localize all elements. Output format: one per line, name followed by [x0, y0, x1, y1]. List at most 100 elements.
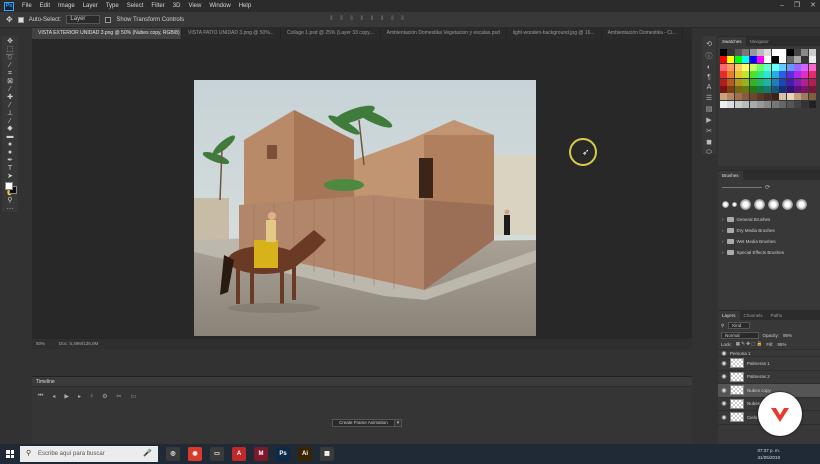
align-buttons-icon[interactable]: ⫴ ⫴ ⫴ ⫴ ⫴ ⫴ ⫴ ⫴: [330, 16, 407, 23]
doc-tab[interactable]: VISTA PATIO UNIDAD 3.png @ 50%...: [182, 28, 281, 39]
frame-tool-icon[interactable]: ⊠: [4, 78, 16, 86]
marquee-tool-icon[interactable]: ⬚: [4, 46, 16, 54]
color-swatch[interactable]: [801, 71, 809, 79]
color-swatch[interactable]: [720, 71, 727, 79]
color-swatch[interactable]: [720, 85, 727, 93]
color-swatch[interactable]: [786, 100, 794, 108]
color-swatch[interactable]: [727, 78, 735, 86]
color-swatch[interactable]: [742, 49, 750, 56]
color-swatch[interactable]: [786, 63, 794, 71]
brush-preset[interactable]: [732, 202, 737, 207]
brush-preset[interactable]: [782, 199, 793, 210]
more-tools-icon[interactable]: …: [4, 204, 16, 212]
color-swatch[interactable]: [801, 85, 809, 93]
menu-help[interactable]: Help: [235, 0, 255, 12]
color-swatch[interactable]: [793, 93, 801, 101]
color-swatch[interactable]: [727, 93, 735, 101]
transition-icon[interactable]: ▭: [130, 393, 136, 400]
eye-icon[interactable]: ◉: [721, 387, 727, 394]
color-swatch[interactable]: [734, 56, 742, 64]
chevron-down-icon[interactable]: ▾: [394, 419, 402, 427]
color-swatch[interactable]: [720, 63, 727, 71]
color-swatch[interactable]: [749, 71, 757, 79]
color-swatch[interactable]: [749, 78, 757, 86]
character-icon[interactable]: A: [707, 84, 712, 91]
tab-layers[interactable]: Layers: [718, 311, 740, 320]
eye-icon[interactable]: ◉: [721, 350, 727, 357]
brush-preset[interactable]: [754, 199, 765, 210]
color-swatch[interactable]: [742, 63, 750, 71]
color-swatch[interactable]: [771, 71, 779, 79]
tab-paths[interactable]: Paths: [767, 311, 787, 320]
color-swatch[interactable]: [742, 78, 750, 86]
color-swatch[interactable]: [771, 56, 779, 64]
color-swatch[interactable]: [764, 100, 772, 108]
color-swatch[interactable]: [764, 93, 772, 101]
fill-field[interactable]: 95%: [777, 342, 786, 347]
dodge-tool-icon[interactable]: ●: [4, 149, 16, 157]
auto-select-checkbox[interactable]: [17, 16, 24, 23]
color-swatch[interactable]: [764, 56, 772, 64]
color-swatch[interactable]: [727, 56, 735, 64]
color-swatch[interactable]: [801, 93, 809, 101]
taskbar-app-icon[interactable]: Ps: [276, 447, 290, 461]
color-swatch[interactable]: [793, 100, 801, 108]
color-swatch[interactable]: [756, 71, 764, 79]
pen-tool-icon[interactable]: ✒: [4, 157, 16, 165]
color-swatch[interactable]: [742, 100, 750, 108]
eye-icon[interactable]: ◉: [721, 414, 727, 421]
styles-icon[interactable]: ◼: [706, 138, 712, 146]
libraries-icon[interactable]: ▤: [706, 105, 713, 113]
menu-select[interactable]: Select: [123, 0, 148, 12]
move-tool-icon[interactable]: ✥: [4, 38, 16, 46]
doc-tab[interactable]: Ambientación Domestika - Ci...: [602, 28, 684, 39]
create-frame-animation-button[interactable]: Create Frame Animation: [332, 419, 395, 427]
color-swatch[interactable]: [742, 71, 750, 79]
adjustments-icon[interactable]: ◐: [707, 64, 711, 71]
color-swatch[interactable]: [793, 56, 801, 64]
color-swatch[interactable]: [734, 71, 742, 79]
windows-start-icon[interactable]: [0, 444, 20, 464]
brush-folder[interactable]: › Dry Media Brushes: [718, 225, 820, 236]
eye-icon[interactable]: ◉: [721, 360, 727, 367]
taskbar-app-icon[interactable]: ◉: [188, 447, 202, 461]
taskbar-app-icon[interactable]: ▭: [210, 447, 224, 461]
color-swatch[interactable]: [764, 63, 772, 71]
opacity-field[interactable]: 95%: [783, 333, 792, 338]
color-swatch[interactable]: [808, 56, 816, 64]
color-swatch[interactable]: [756, 56, 764, 64]
color-swatch[interactable]: [808, 78, 816, 86]
brush-preset[interactable]: [740, 199, 751, 210]
eye-icon[interactable]: ◉: [721, 373, 727, 380]
color-swatch[interactable]: [808, 85, 816, 93]
color-swatch[interactable]: [779, 56, 787, 64]
color-swatch[interactable]: [793, 78, 801, 86]
maximize-button[interactable]: ❐: [794, 0, 800, 12]
color-swatch[interactable]: [756, 49, 764, 56]
color-swatch[interactable]: [734, 78, 742, 86]
color-swatch[interactable]: [742, 93, 750, 101]
move-tool-icon[interactable]: ✥: [6, 15, 13, 24]
tab-swatches[interactable]: Swatches: [718, 37, 746, 46]
color-swatch[interactable]: [734, 100, 742, 108]
color-swatch[interactable]: [727, 85, 735, 93]
type-tool-icon[interactable]: T: [4, 165, 16, 173]
system-tray-clock[interactable]: 07:37 p. m. 31/05/2019: [757, 447, 780, 461]
properties-icon[interactable]: ☰: [706, 94, 712, 102]
color-swatch[interactable]: [786, 93, 794, 101]
color-swatch[interactable]: [771, 49, 779, 56]
color-swatch[interactable]: [756, 63, 764, 71]
color-swatch[interactable]: [756, 93, 764, 101]
layer-row[interactable]: ◉ Palmeras 2: [718, 371, 820, 384]
taskbar-app-icon[interactable]: ◎: [166, 447, 180, 461]
taskbar-app-icon[interactable]: ▦: [320, 447, 334, 461]
brush-folder[interactable]: › General Brushes: [718, 214, 820, 225]
menu-view[interactable]: View: [184, 0, 205, 12]
color-swatch[interactable]: [779, 78, 787, 86]
taskbar-app-icon[interactable]: Ai: [298, 447, 312, 461]
layer-row[interactable]: ◉ Palmeras 1: [718, 357, 820, 371]
menu-3d[interactable]: 3D: [169, 0, 185, 12]
color-swatch[interactable]: [779, 49, 787, 56]
color-swatch[interactable]: [808, 93, 816, 101]
taskbar-app-icon[interactable]: A: [232, 447, 246, 461]
